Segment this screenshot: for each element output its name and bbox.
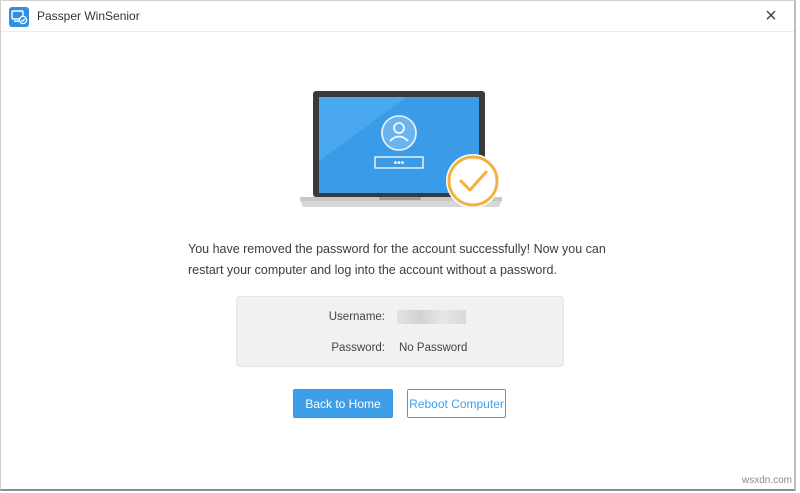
app-window: Passper WinSenior × ••• You have removed… <box>0 0 796 491</box>
password-label: Password: <box>331 342 385 354</box>
back-to-home-button[interactable]: Back to Home <box>293 389 393 418</box>
success-message: You have removed the password for the ac… <box>188 239 628 281</box>
laptop-success-illustration: ••• <box>300 91 502 208</box>
username-label: Username: <box>328 311 385 323</box>
success-message-line-2: restart your computer and log into the a… <box>188 263 557 277</box>
reboot-computer-button[interactable]: Reboot Computer <box>407 389 506 418</box>
close-icon[interactable]: × <box>760 5 782 27</box>
success-message-line-1: You have removed the password for the ac… <box>188 242 606 256</box>
app-logo-icon <box>9 7 29 27</box>
account-info-panel: Username: Password: No Password <box>236 296 564 367</box>
password-value: No Password <box>399 342 468 354</box>
username-redacted-value <box>397 310 466 324</box>
watermark: wsxdn.com <box>741 475 792 486</box>
success-check-icon <box>446 154 500 208</box>
user-avatar-icon <box>381 115 417 151</box>
password-dots: ••• <box>394 158 405 169</box>
app-title: Passper WinSenior <box>37 9 140 23</box>
title-bar: Passper WinSenior × <box>1 1 794 32</box>
